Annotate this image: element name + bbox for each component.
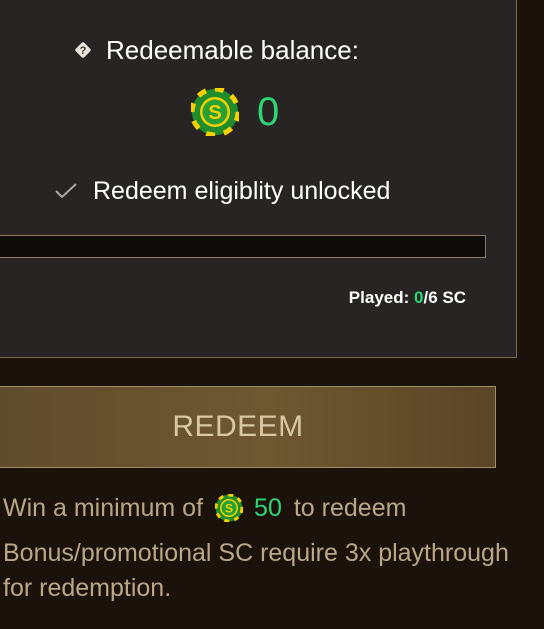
played-label: Played: <box>348 288 414 307</box>
balance-label: Redeemable balance: <box>106 34 359 65</box>
bonus-playthrough-note: Bonus/promotional SC require 3x playthro… <box>3 539 509 602</box>
playthrough-progress-bar <box>0 235 486 258</box>
svg-text:S: S <box>208 102 221 124</box>
eligibility-text: Redeem eligiblity unlocked <box>93 176 391 205</box>
eligibility-status: Redeem eligiblity unlocked <box>54 174 390 208</box>
balance-header: ? Redeemable balance: <box>74 33 359 67</box>
svg-text:S: S <box>225 502 233 516</box>
minimum-suffix: to redeem <box>293 493 407 522</box>
played-total: /6 SC <box>423 288 466 307</box>
minimum-redeem-note: Win a minimum of S 50 to redeem <box>3 490 406 526</box>
redeem-button[interactable]: REDEEM <box>0 386 496 468</box>
check-icon <box>54 182 78 200</box>
help-diamond-icon[interactable]: ? <box>74 41 92 59</box>
played-counter: Played: 0/6 SC <box>349 288 466 308</box>
balance-value: 0 <box>257 90 280 134</box>
sweeps-coin-icon: S <box>189 86 241 138</box>
sweeps-coin-small-icon: S <box>214 493 244 523</box>
minimum-value: 50 <box>254 493 282 522</box>
balance-amount: S 0 <box>189 86 280 138</box>
minimum-prefix: Win a minimum of <box>3 493 204 522</box>
svg-text:?: ? <box>80 45 87 57</box>
